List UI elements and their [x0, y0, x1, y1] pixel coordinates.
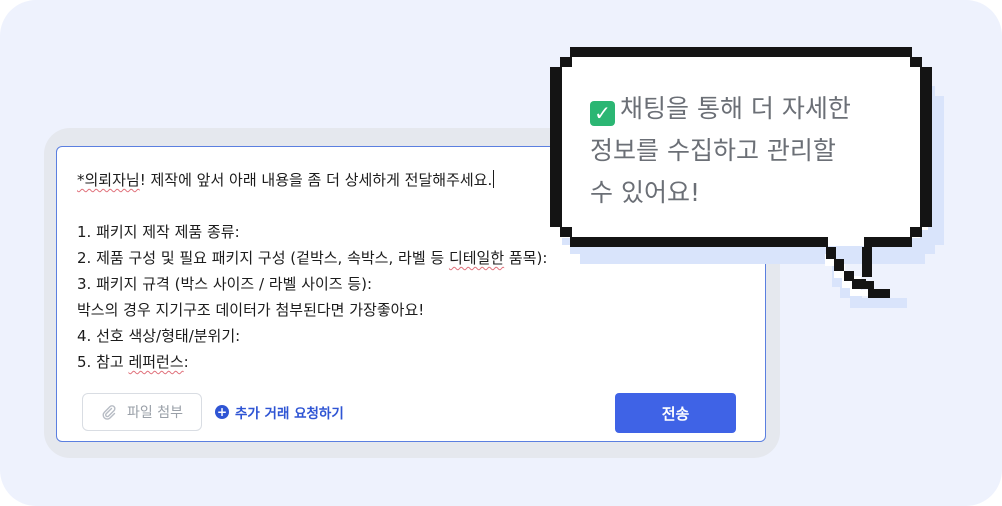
- item-composition-flagged-word: 디테일한: [448, 249, 505, 267]
- attach-file-button[interactable]: 파일 첨부: [82, 393, 202, 431]
- background-canvas: *의뢰자님! 제작에 앞서 아래 내용을 좀 더 상세하게 전달해주세요. 1.…: [0, 0, 1002, 506]
- item-package-note: 박스의 경우 지기구조 데이터가 첨부된다면 가장좋아요!: [77, 301, 425, 319]
- item-reference-flagged-word: 레퍼런스: [128, 353, 184, 371]
- callout-line-2: 정보를 수집하고 관리할: [590, 136, 836, 165]
- callout-line-1: ✓ 채팅을 통해 더 자세한: [590, 88, 920, 130]
- callout-text: ✓ 채팅을 통해 더 자세한 정보를 수집하고 관리할 수 있어요!: [590, 88, 920, 214]
- item-product-type: 1. 패키지 제작 제품 종류:: [77, 223, 240, 241]
- plus-circle-icon: +: [215, 405, 229, 419]
- callout-line-1-text: 채팅을 통해 더 자세한: [620, 94, 851, 123]
- add-deal-request-label: 추가 거래 요청하기: [235, 406, 344, 422]
- paperclip-icon: [102, 405, 116, 420]
- check-mark-icon: ✓: [590, 101, 615, 126]
- greeting-name: *의뢰자님: [77, 171, 140, 189]
- callout-line-3: 수 있어요!: [590, 178, 700, 207]
- item-preference: 4. 선호 색상/형태/분위기:: [77, 327, 241, 345]
- item-reference-text: 5. 참고: [77, 353, 129, 371]
- item-composition-text: 2. 제품 구성 및 필요 패키지 구성 (겉박스, 속박스, 라벨 등: [77, 249, 449, 267]
- send-button-label: 전송: [661, 404, 690, 423]
- greeting-text: ! 제작에 앞서 아래 내용을 좀 더 상세하게 전달해주세요.: [139, 171, 493, 189]
- add-deal-request-link[interactable]: + 추가 거래 요청하기: [215, 393, 344, 431]
- send-button[interactable]: 전송: [615, 393, 736, 433]
- item-reference-tail: :: [183, 353, 189, 371]
- item-reference: 5. 참고 레퍼런스:: [77, 349, 747, 375]
- text-caret: [493, 170, 495, 188]
- item-composition-tail: 품목):: [504, 249, 548, 267]
- item-composition: 2. 제품 구성 및 필요 패키지 구성 (겉박스, 속박스, 라벨 등 디테일…: [77, 245, 747, 271]
- item-package-spec: 3. 패키지 규격 (박스 사이즈 / 라벨 사이즈 등):: [77, 275, 373, 293]
- attach-file-label: 파일 첨부: [127, 405, 183, 421]
